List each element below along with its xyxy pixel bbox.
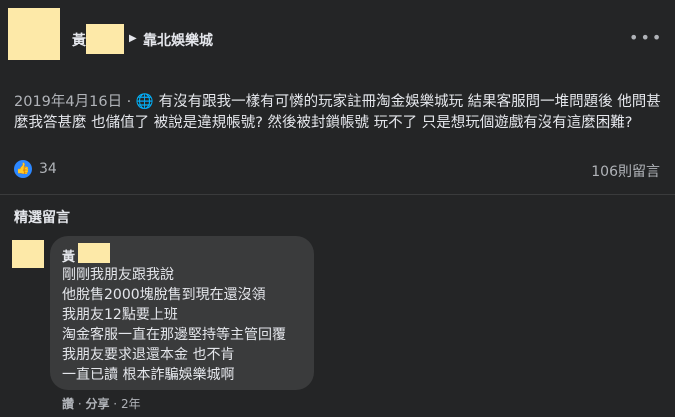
- comment-like-button[interactable]: 讚: [62, 397, 74, 411]
- meta-separator: ·: [122, 94, 136, 110]
- group-name-link[interactable]: 靠北娛樂城: [143, 30, 213, 50]
- divider: [0, 194, 675, 195]
- action-separator: ·: [74, 397, 86, 411]
- comment-time[interactable]: 2年: [121, 397, 141, 411]
- more-icon[interactable]: •••: [629, 28, 663, 47]
- commenter-name[interactable]: 黃: [62, 246, 75, 265]
- comment-line: 淘金客服一直在那邊堅持等主管回覆: [62, 327, 286, 343]
- action-separator: ·: [109, 397, 121, 411]
- comment-line: 他脫售2000塊脫售到現在還沒領: [62, 287, 266, 303]
- post-author-name[interactable]: 黃: [72, 30, 86, 50]
- post-body: 2019年4月16日 · 🌐 有沒有跟我一樣有可憐的玩家註冊淘金娛樂城玩 結果客…: [14, 92, 662, 134]
- post-date[interactable]: 2019年4月16日: [14, 94, 122, 110]
- globe-icon: 🌐: [135, 94, 154, 110]
- comment-text: 剛剛我朋友跟我說 他脫售2000塊脫售到現在還沒領 我朋友12點要上班 淘金客服…: [62, 265, 286, 385]
- comments-section-title[interactable]: 精選留言: [14, 207, 70, 227]
- comment-line: 一直已讀 根本詐騙娛樂城啊: [62, 367, 235, 383]
- author-name-redaction: [86, 24, 124, 54]
- post-author-avatar[interactable]: [8, 8, 60, 60]
- thumbs-up-icon[interactable]: 👍: [14, 160, 32, 178]
- arrow-right-icon: ▶: [129, 33, 137, 44]
- like-count[interactable]: 34: [39, 161, 57, 177]
- comment-line: 我朋友12點要上班: [62, 307, 178, 323]
- commenter-name-redaction: [78, 243, 110, 263]
- comment-count[interactable]: 106則留言: [591, 161, 660, 181]
- comment-share-button[interactable]: 分享: [85, 397, 109, 411]
- comment-line: 我朋友要求退還本金 也不肯: [62, 347, 235, 363]
- comment-actions: 讚 · 分享 · 2年: [62, 395, 141, 412]
- comment-line: 剛剛我朋友跟我說: [62, 267, 174, 283]
- commenter-avatar[interactable]: [12, 240, 44, 268]
